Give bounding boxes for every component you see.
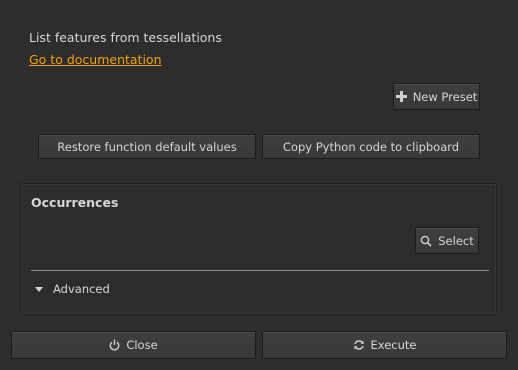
- close-button[interactable]: Close: [11, 331, 256, 359]
- restore-defaults-button[interactable]: Restore function default values: [38, 134, 256, 159]
- power-icon: [109, 339, 120, 351]
- new-preset-label: New Preset: [412, 89, 478, 104]
- caret-down-icon: [35, 286, 43, 292]
- tool-panel: List features from tessellations Go to d…: [0, 0, 518, 370]
- copy-python-label: Copy Python code to clipboard: [282, 139, 460, 154]
- restore-defaults-label: Restore function default values: [57, 139, 237, 154]
- occurrences-title: Occurrences: [31, 195, 119, 210]
- documentation-link[interactable]: Go to documentation: [29, 52, 162, 67]
- close-label: Close: [126, 338, 158, 352]
- plus-icon: [395, 91, 407, 102]
- new-preset-button[interactable]: New Preset: [393, 83, 480, 110]
- execute-button[interactable]: Execute: [262, 331, 507, 359]
- select-label: Select: [438, 233, 474, 248]
- refresh-icon: [353, 339, 365, 351]
- execute-label: Execute: [370, 338, 417, 352]
- select-button[interactable]: Select: [415, 227, 479, 254]
- occurrences-section: Occurrences Select Advanced: [20, 183, 497, 315]
- section-divider: [31, 270, 489, 271]
- advanced-label: Advanced: [53, 282, 110, 296]
- function-description: List features from tessellations: [29, 30, 222, 45]
- advanced-toggle[interactable]: Advanced: [35, 282, 110, 296]
- copy-python-button[interactable]: Copy Python code to clipboard: [262, 134, 480, 159]
- search-icon: [420, 235, 432, 247]
